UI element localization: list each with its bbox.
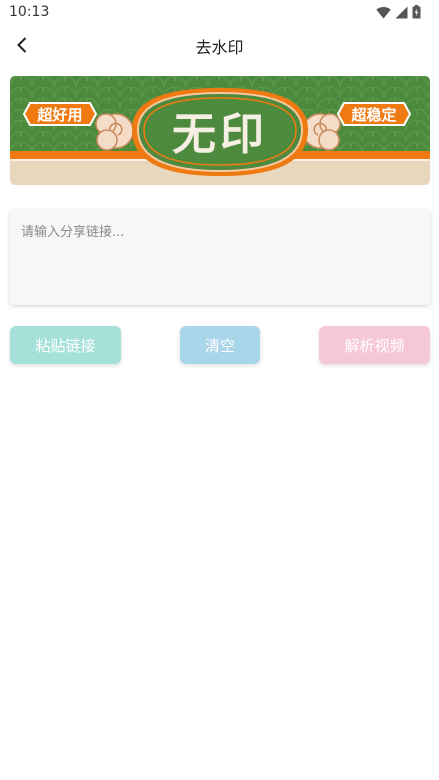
status-bar: 10:13 [0, 0, 439, 24]
right-tag-text: 超稳定 [350, 106, 396, 124]
clear-button[interactable]: 清空 [180, 326, 260, 364]
paste-link-button[interactable]: 粘贴链接 [10, 326, 121, 364]
left-tag-text: 超好用 [36, 106, 82, 124]
banner-graphic: 超好用 超稳定 无印 [10, 76, 430, 185]
parse-video-button[interactable]: 解析视频 [319, 326, 430, 364]
battery-icon [412, 5, 421, 19]
app-bar: 去水印 [0, 24, 439, 66]
clear-label: 清空 [204, 336, 235, 355]
status-icons [376, 5, 421, 19]
status-time: 10:13 [9, 4, 50, 20]
parse-video-label: 解析视频 [344, 336, 405, 355]
wifi-icon [376, 6, 391, 18]
link-input-card [10, 210, 430, 305]
page-title: 去水印 [195, 38, 244, 57]
cellular-signal-icon [395, 6, 408, 18]
share-link-input[interactable] [10, 210, 430, 305]
banner-image: 超好用 超稳定 无印 [10, 76, 430, 185]
paste-link-label: 粘贴链接 [35, 336, 96, 355]
banner-center-text: 无印 [172, 109, 268, 160]
